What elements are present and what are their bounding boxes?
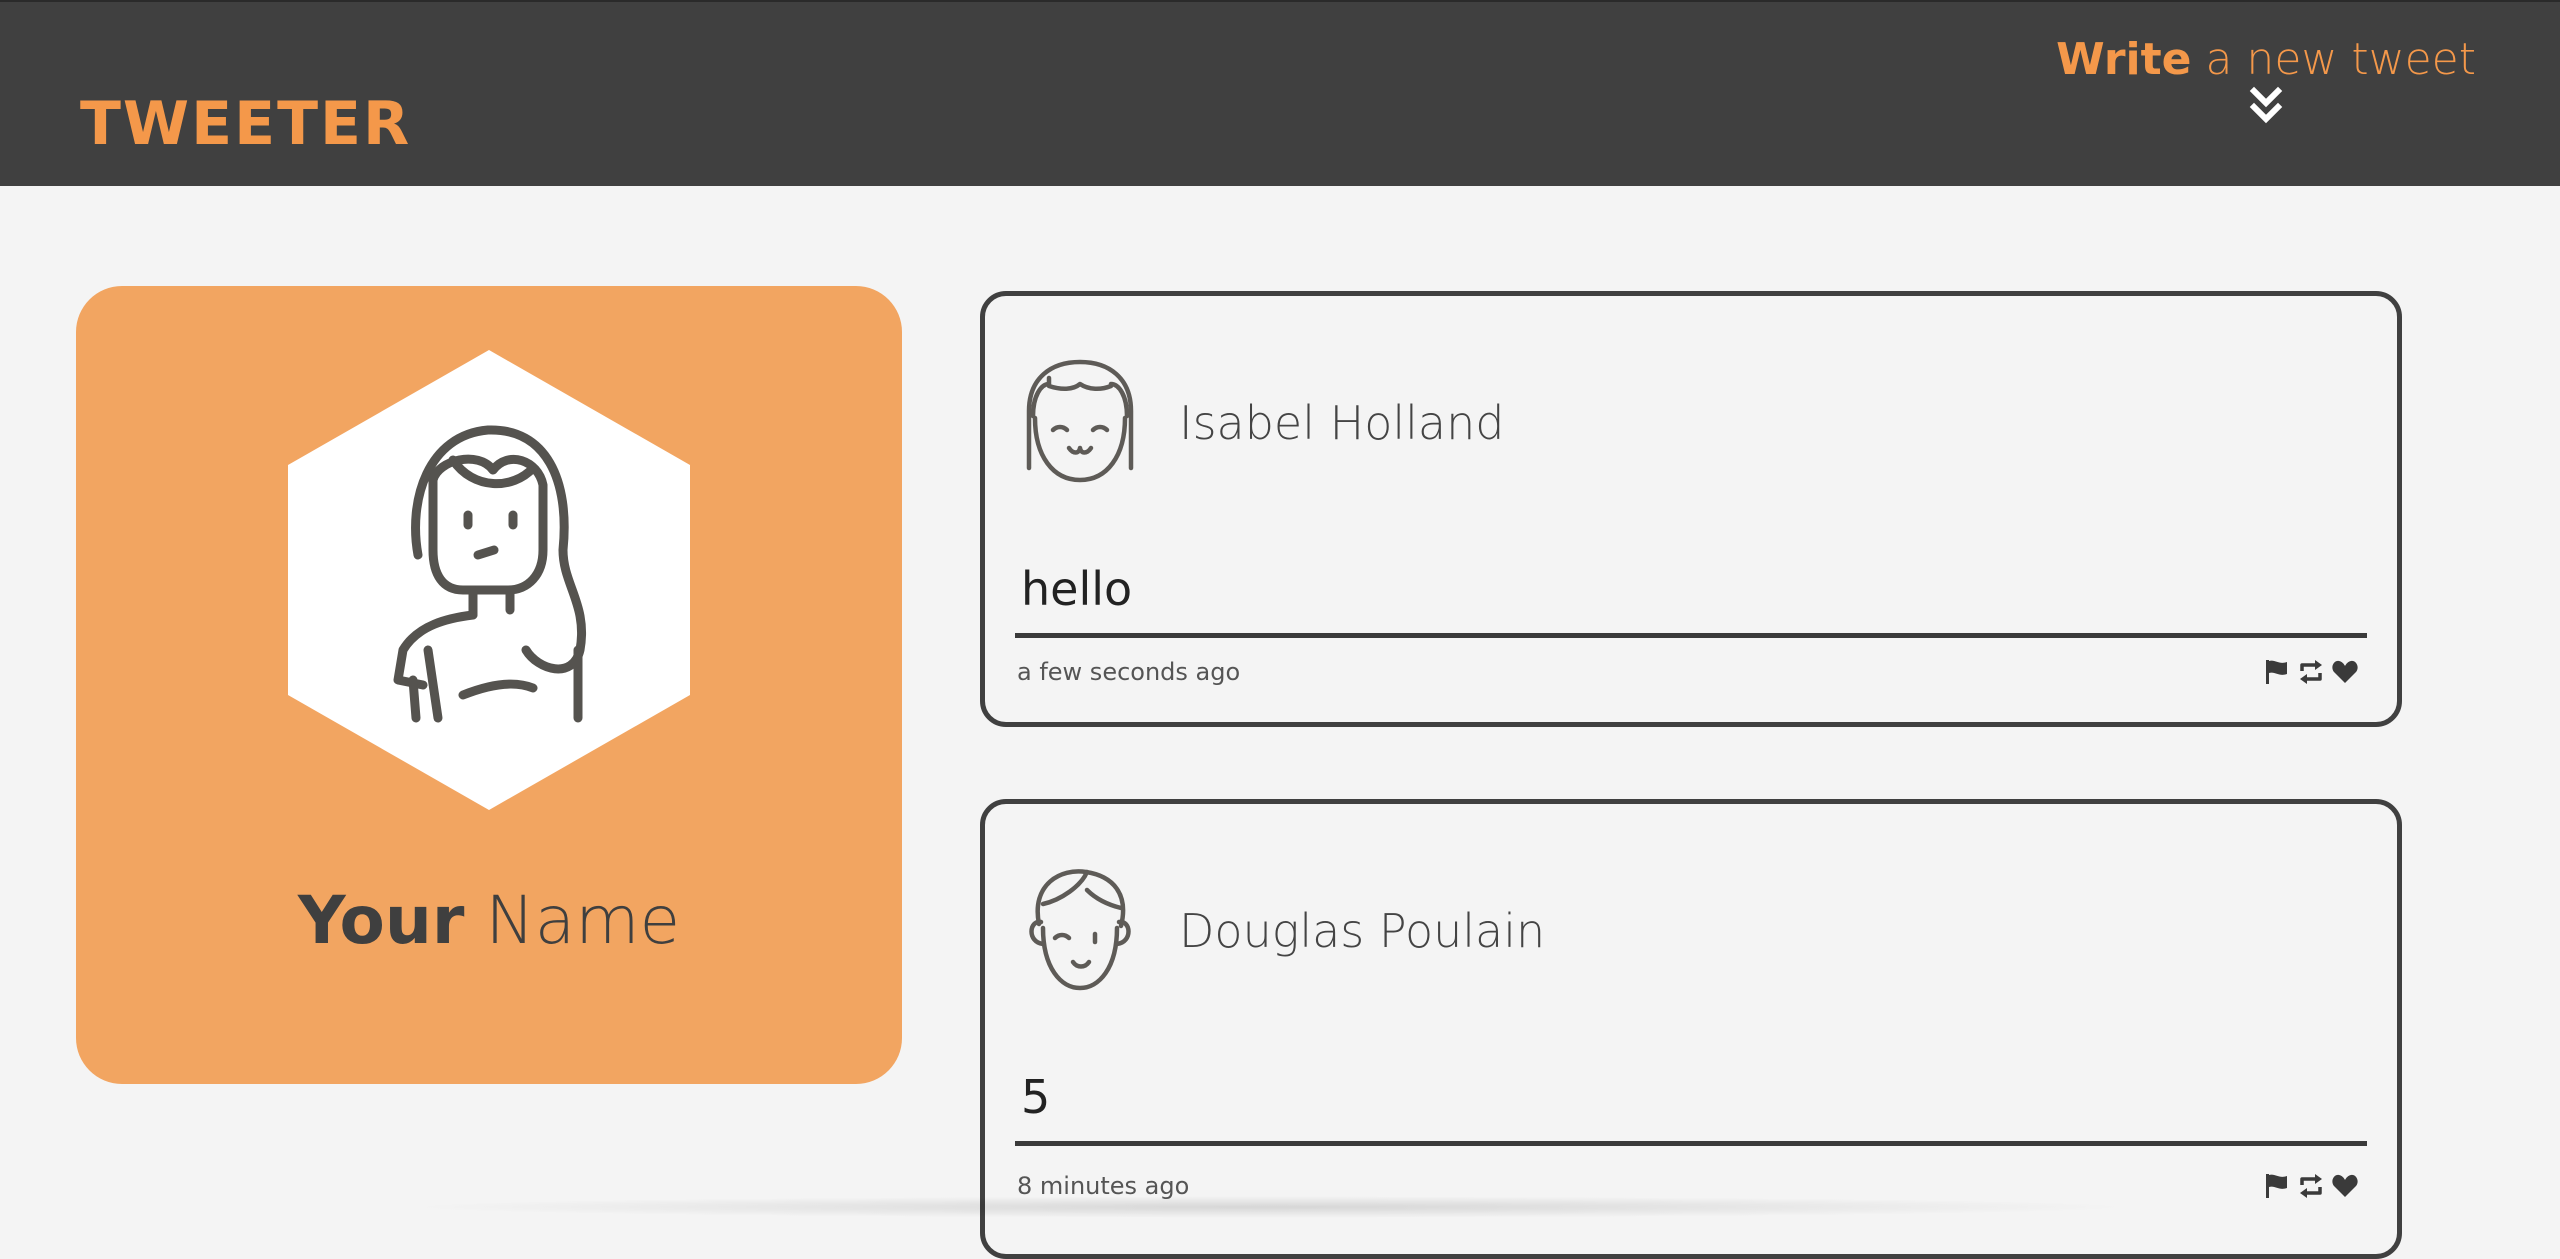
tweet-actions <box>2263 658 2359 686</box>
compose-label-rest: a new tweet <box>2191 34 2476 85</box>
compose-label-strong: Write <box>2056 34 2192 85</box>
tweet-card: Douglas Poulain 5 8 minutes ago <box>980 799 2402 1259</box>
flag-icon[interactable] <box>2263 658 2291 686</box>
tweet-text: 5 <box>1021 1070 1051 1124</box>
profile-name-rest: Name <box>464 882 681 959</box>
boy-wink-avatar-icon <box>1029 869 1131 991</box>
female-avatar-icon <box>288 350 690 810</box>
retweet-icon[interactable] <box>2297 658 2325 686</box>
compose-tweet-toggle[interactable]: Write a new tweet <box>2056 34 2476 126</box>
tweet-actions <box>2263 1172 2359 1200</box>
tweet-card: Isabel Holland hello a few seconds ago <box>980 291 2402 727</box>
tweet-body: hello <box>1015 558 2367 638</box>
compose-label[interactable]: Write a new tweet <box>2056 34 2476 85</box>
tweet-text: hello <box>1021 562 1133 616</box>
profile-name: Your Name <box>76 882 902 959</box>
brand-logo[interactable]: TWEETER <box>80 94 411 154</box>
tweet-body: 5 <box>1015 1066 2367 1146</box>
double-chevron-down-icon[interactable] <box>2249 86 2283 126</box>
top-navbar: TWEETER Write a new tweet <box>0 0 2560 186</box>
compose-panel-shadow <box>400 1196 2140 1218</box>
retweet-icon[interactable] <box>2297 1172 2325 1200</box>
heart-icon[interactable] <box>2331 1172 2359 1200</box>
heart-icon[interactable] <box>2331 658 2359 686</box>
profile-name-strong: Your <box>297 882 465 959</box>
tweet-user-name[interactable]: Isabel Holland <box>1179 396 1504 450</box>
profile-card: Your Name <box>76 286 902 1084</box>
girl-bangs-avatar-icon <box>1026 359 1134 483</box>
tweet-user-name[interactable]: Douglas Poulain <box>1179 904 1545 958</box>
tweet-timestamp: a few seconds ago <box>1017 658 1241 686</box>
flag-icon[interactable] <box>2263 1172 2291 1200</box>
